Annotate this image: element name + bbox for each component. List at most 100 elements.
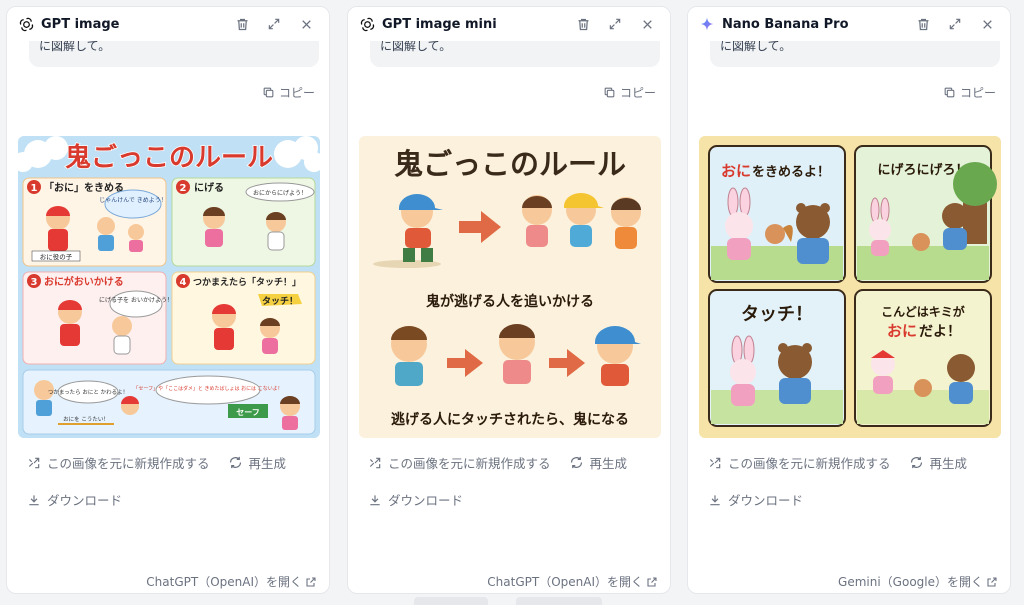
speech-bubble: タッチ！ [262,295,298,307]
remix-label: この画像を元に新規作成する [728,456,891,471]
caption-1: 鬼が逃げる人を追いかける [426,293,594,310]
prompt-text: に図解して。 [380,39,452,53]
download-button[interactable]: ダウンロード [708,490,803,509]
expand-button[interactable] [602,11,628,37]
delete-button[interactable] [229,11,255,37]
prompt-text: に図解して。 [720,39,792,53]
generated-image[interactable]: 鬼ごっこのルール 鬼が逃げる人を追いかける 逃げる人にタッチされたら、鬼になる [359,136,661,438]
q4-red-text: おに [887,322,917,340]
copy-button[interactable]: コピー [262,81,315,103]
regenerate-button[interactable]: 再生成 [569,453,628,472]
step-text: 「おに」をきめる [44,181,124,194]
bottom-button-hint[interactable] [414,597,488,605]
remix-label: この画像を元に新規作成する [47,456,210,471]
result-panel-gpt-image: GPT image に図解して。 コピー 鬼ごっこのルール 1 「おに」をきめる… [6,6,330,594]
external-link-icon [306,576,316,587]
open-link-label: ChatGPT（OpenAI）を開く [487,575,643,589]
panel-header: GPT image mini [348,7,670,41]
close-button[interactable] [634,11,660,37]
open-external-link[interactable]: ChatGPT（OpenAI）を開く [146,573,317,590]
copy-label: コピー [959,85,996,100]
model-name: GPT image [41,16,120,32]
result-panel-gpt-image-mini: GPT image mini に図解して。 コピー 鬼ごっこのルール 鬼が逃げる… [347,6,671,594]
regenerate-label: 再生成 [589,456,628,471]
refresh-icon [229,456,241,469]
result-panel-nano-banana-pro: Nano Banana Pro に図解して。 コピー おに をきめるよ！ にげろ… [687,6,1011,594]
close-button[interactable] [974,11,1000,37]
regenerate-label: 再生成 [248,456,287,471]
delete-button[interactable] [570,11,596,37]
open-external-link[interactable]: ChatGPT（OpenAI）を開く [487,573,658,590]
open-external-link[interactable]: Gemini（Google）を開く [838,573,998,590]
trash-icon [578,18,588,30]
copy-label: コピー [278,85,315,100]
q4-text: こんどはキミが [881,304,965,319]
image-title: 鬼ごっこのルール [394,147,626,181]
expand-icon [268,18,280,30]
openai-icon [358,15,376,33]
close-button[interactable] [293,11,319,37]
q1-text: をきめるよ！ [752,165,830,180]
model-name: Nano Banana Pro [722,16,849,32]
generated-image[interactable]: おに をきめるよ！ にげろにげろ！ タッチ！ こんどはキミが おに だよ！ [699,136,1001,438]
copy-icon [604,87,615,97]
action-row: この画像を元に新規作成する 再生成 [27,453,304,472]
open-link-label: ChatGPT（OpenAI）を開く [146,575,302,589]
external-link-icon [987,576,997,587]
regenerate-button[interactable]: 再生成 [909,453,968,472]
download-button[interactable]: ダウンロード [27,490,122,509]
bottom-arrow-text: おにを こうたい！ [63,416,109,423]
copy-button[interactable]: コピー [943,81,996,103]
download-label: ダウンロード [728,493,804,508]
remix-icon [709,457,721,468]
copy-icon [263,87,274,97]
remix-icon [369,457,381,468]
action-row: この画像を元に新規作成する 再生成 [708,453,985,472]
caption: おに役の子 [40,252,73,261]
copy-icon [944,87,955,97]
expand-button[interactable] [261,11,287,37]
q3-text: タッチ！ [741,304,813,325]
q1-red-text: おに [721,162,751,180]
external-link-icon [647,576,657,587]
image-title: 鬼ごっこのルール [65,142,273,173]
step-number: 2 [180,183,187,194]
copy-button[interactable]: コピー [603,81,656,103]
download-icon [29,494,39,505]
close-icon [642,19,652,29]
copy-label: コピー [619,85,656,100]
remix-label: この画像を元に新規作成する [388,456,551,471]
action-row: この画像を元に新規作成する 再生成 [368,453,645,472]
trash-icon [918,18,928,30]
q4-tail-text: だよ！ [919,324,961,340]
expand-button[interactable] [942,11,968,37]
download-icon [710,494,720,505]
gemini-sparkle-icon [698,15,716,33]
speech-bubble: おにからにげよう！ [253,189,307,197]
step-text: つかまえたら「タッチ！」 [193,276,301,288]
generated-image[interactable]: 鬼ごっこのルール 1 「おに」をきめる じゃんけんで きめよう！ おに役の子 2… [18,136,320,438]
safe-sign: セーフ [236,408,260,417]
regenerate-button[interactable]: 再生成 [228,453,287,472]
delete-button[interactable] [910,11,936,37]
prompt-text: に図解して。 [39,39,111,53]
close-icon [301,19,311,29]
remix-button[interactable]: この画像を元に新規作成する [368,453,551,472]
download-button[interactable]: ダウンロード [368,490,463,509]
model-name: GPT image mini [382,16,497,32]
regenerate-label: 再生成 [929,456,968,471]
bottom-button-hint[interactable] [516,597,602,605]
open-link-label: Gemini（Google）を開く [838,575,983,589]
remix-icon [28,457,40,468]
panel-header: GPT image [7,7,329,41]
step-number: 4 [180,277,187,288]
refresh-icon [910,456,922,469]
download-label: ダウンロード [47,493,123,508]
remix-button[interactable]: この画像を元に新規作成する [708,453,891,472]
step-number: 3 [31,277,38,288]
panel-header: Nano Banana Pro [688,7,1010,41]
step-text: にげる [194,181,224,194]
remix-button[interactable]: この画像を元に新規作成する [27,453,210,472]
caption-2: 逃げる人にタッチされたら、鬼になる [391,411,629,428]
download-icon [370,494,380,505]
